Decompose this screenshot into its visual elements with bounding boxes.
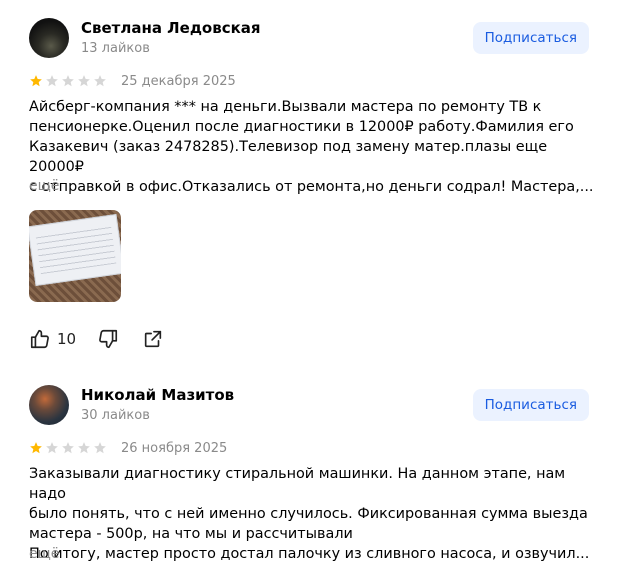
review-date: 25 декабря 2025 [121, 74, 236, 89]
author-likes: 13 лайков [81, 41, 150, 56]
review-date: 26 ноября 2025 [121, 441, 228, 456]
star-empty-icon [78, 442, 90, 454]
star-empty-icon [62, 442, 74, 454]
thumb-down-icon [99, 329, 118, 349]
star-empty-icon [62, 75, 74, 87]
star-filled-icon [30, 442, 42, 454]
expand-link[interactable]: ещё [29, 546, 59, 562]
star-empty-icon [78, 75, 90, 87]
subscribe-button[interactable]: Подписаться [472, 389, 589, 421]
author-name[interactable]: Николай Мазитов [81, 386, 234, 404]
subscribe-button[interactable]: Подписаться [472, 22, 589, 54]
avatar[interactable] [29, 18, 69, 58]
star-empty-icon [94, 75, 106, 87]
review-photo[interactable] [29, 210, 121, 302]
dislike-button[interactable] [97, 328, 119, 350]
rating-stars [29, 441, 107, 455]
photo-document [29, 214, 121, 286]
expand-link[interactable]: ещё [29, 178, 59, 194]
review-text: Заказывали диагностику стиральной машинк… [29, 466, 590, 562]
avatar[interactable] [29, 385, 69, 425]
review-actions: 10 [29, 328, 164, 350]
star-empty-icon [94, 442, 106, 454]
author-likes: 30 лайков [81, 408, 150, 423]
author-name[interactable]: Светлана Ледовская [81, 19, 261, 37]
share-icon [144, 330, 162, 348]
star-empty-icon [46, 75, 58, 87]
review-text: Айсберг-компания *** на деньги.Вызвали м… [29, 99, 594, 195]
thumb-up-icon [30, 329, 49, 349]
like-button[interactable]: 10 [29, 328, 76, 350]
star-empty-icon [46, 442, 58, 454]
like-count: 10 [57, 330, 77, 348]
rating-stars [29, 74, 107, 88]
star-filled-icon [30, 75, 42, 87]
share-button[interactable] [142, 328, 164, 350]
